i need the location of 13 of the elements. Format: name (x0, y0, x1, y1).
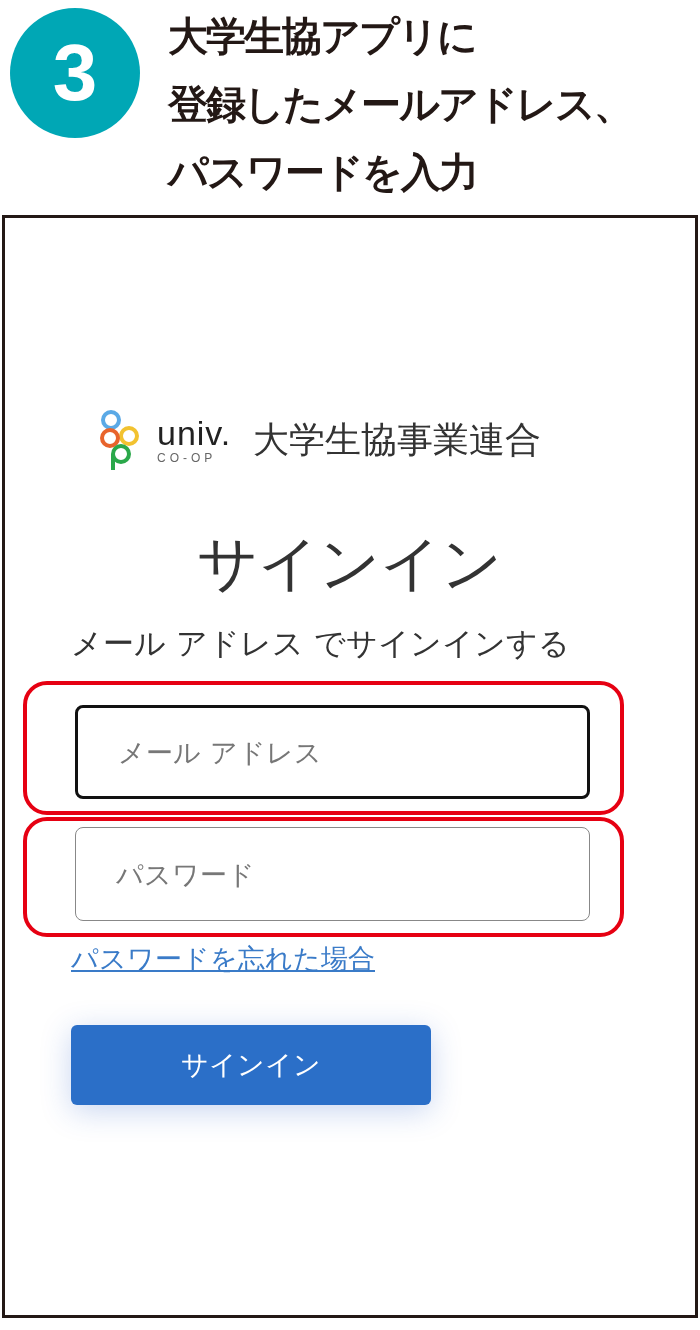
input-field[interactable]: メール アドレス (75, 705, 590, 799)
organization-name: 大学生協事業連合 (253, 417, 542, 462)
sign-in-button[interactable]: サインイン (71, 1025, 431, 1105)
logo-wordmark: univ. (157, 416, 232, 450)
step-title: 登録したメールアドレス、 (168, 80, 632, 129)
step-number: 3 (10, 8, 140, 138)
page-title: サインイン (197, 527, 503, 600)
forgot-password-link[interactable]: パスワードを忘れた場合 (71, 941, 375, 977)
input-field[interactable]: パスワード (75, 827, 590, 921)
instruction-text: メール アドレス でサインインする (71, 624, 571, 663)
step-title: 大学生協アプリに (168, 12, 477, 61)
step-title: パスワードを入力 (168, 148, 478, 197)
logo-subtitle: CO-OP (157, 452, 218, 464)
